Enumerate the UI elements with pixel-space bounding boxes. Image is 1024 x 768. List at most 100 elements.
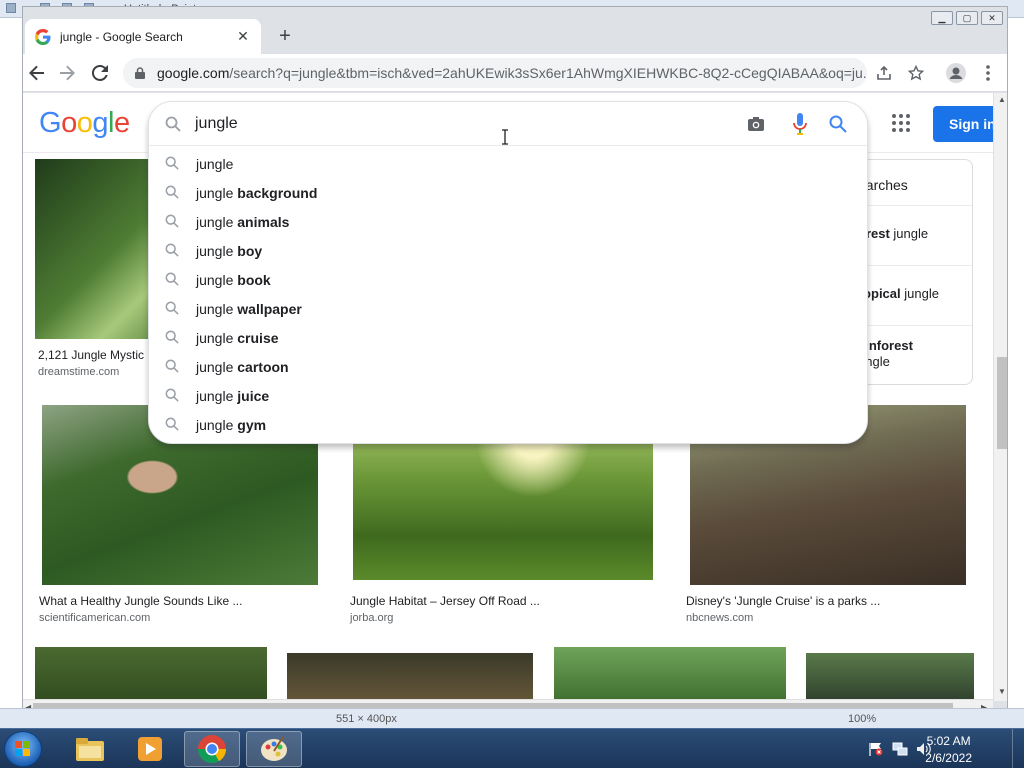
new-tab-button[interactable]: +: [273, 25, 297, 49]
clock-time: 5:02 AM: [926, 734, 971, 748]
google-apps-icon[interactable]: [891, 113, 911, 133]
suggestion-search-icon: [165, 272, 179, 286]
address-bar[interactable]: google.com/search?q=jungle&tbm=isch&ved=…: [123, 58, 867, 88]
result-image[interactable]: [35, 647, 267, 699]
suggestion-item[interactable]: jungle boy: [149, 236, 867, 265]
bookmark-button[interactable]: [905, 62, 927, 84]
suggestion-text: jungle gym: [196, 417, 266, 433]
result-source[interactable]: scientificamerican.com: [39, 612, 150, 624]
camera-search-icon[interactable]: [747, 115, 765, 133]
clock[interactable]: 5:02 AM 2/6/2022: [925, 733, 972, 767]
kebab-menu-icon: [986, 65, 990, 81]
reload-button[interactable]: [88, 61, 112, 85]
result-caption[interactable]: Jungle Habitat – Jersey Off Road ...: [350, 594, 650, 608]
suggestion-completion: cruise: [237, 330, 279, 346]
arrow-right-icon: [60, 65, 75, 81]
suggestion-item[interactable]: jungle book: [149, 265, 867, 294]
network-icon[interactable]: [892, 742, 908, 756]
browser-toolbar: google.com/search?q=jungle&tbm=isch&ved=…: [23, 54, 1007, 92]
chrome-logo-icon: [198, 735, 226, 763]
suggestion-prefix: jungle: [196, 272, 238, 288]
result-image[interactable]: [806, 653, 974, 699]
paint-palette-icon: [261, 736, 287, 761]
result-image[interactable]: [287, 653, 533, 699]
suggestion-prefix: jungle: [196, 359, 238, 375]
profile-avatar-icon: [946, 63, 966, 83]
scroll-down-arrow-icon[interactable]: ▼: [998, 687, 1006, 696]
result-image[interactable]: [554, 647, 786, 699]
result-source[interactable]: dreamstime.com: [38, 366, 119, 378]
related-item-rest: jungle: [900, 286, 939, 301]
lock-icon: [135, 67, 145, 79]
tab-close-icon[interactable]: ✕: [235, 28, 251, 45]
suggestion-item[interactable]: jungle: [149, 149, 867, 178]
suggestion-search-icon: [165, 156, 179, 170]
windows-logo-icon: [15, 741, 30, 756]
share-button[interactable]: [873, 62, 895, 84]
suggestion-text: jungle: [196, 156, 233, 172]
logo-letter: o: [61, 107, 77, 139]
suggestion-item[interactable]: jungle cartoon: [149, 352, 867, 381]
forward-button[interactable]: [55, 61, 79, 85]
windows-taskbar: 5:02 AM 2/6/2022: [0, 728, 1024, 768]
suggestion-text: jungle boy: [196, 243, 262, 259]
taskbar-explorer[interactable]: [62, 731, 118, 767]
suggestion-search-icon: [165, 301, 179, 315]
suggestion-item[interactable]: jungle cruise: [149, 323, 867, 352]
close-window-button[interactable]: ✕: [981, 11, 1003, 25]
clock-date: 2/6/2022: [925, 751, 972, 765]
tab-google-search[interactable]: jungle - Google Search ✕: [25, 19, 261, 54]
suggestion-search-icon: [165, 185, 179, 199]
suggestion-prefix: jungle: [196, 156, 234, 172]
minimize-button[interactable]: ▁: [931, 11, 953, 25]
taskbar-chrome[interactable]: [184, 731, 240, 767]
chrome-window: jungle - Google Search ✕ + ▁ ▢ ✕ google.…: [22, 6, 1008, 718]
result-caption[interactable]: What a Healthy Jungle Sounds Like ...: [39, 594, 329, 608]
share-icon: [877, 65, 891, 80]
microphone-icon[interactable]: [793, 113, 807, 135]
suggestion-prefix: jungle: [196, 301, 238, 317]
paint-status-bar: 551 × 400px 100%: [0, 708, 1024, 728]
search-input[interactable]: jungle: [195, 115, 695, 133]
vertical-scrollbar[interactable]: ▲ ▼: [993, 93, 1007, 701]
suggestion-text: jungle cartoon: [196, 359, 289, 375]
media-player-icon: [138, 737, 162, 761]
paint-canvas-size: 551 × 400px: [336, 713, 397, 725]
taskbar-media-player[interactable]: [122, 731, 178, 767]
back-button[interactable]: [25, 61, 49, 85]
suggestion-prefix: jungle: [196, 214, 238, 230]
suggestion-item[interactable]: jungle animals: [149, 207, 867, 236]
suggestion-item[interactable]: jungle background: [149, 178, 867, 207]
maximize-button[interactable]: ▢: [956, 11, 978, 25]
window-controls: ▁ ▢ ✕: [931, 11, 1003, 25]
suggestion-item[interactable]: jungle juice: [149, 381, 867, 410]
action-center-flag-icon[interactable]: [868, 742, 884, 756]
suggestion-search-icon: [165, 417, 179, 431]
sign-in-button[interactable]: Sign in: [933, 106, 993, 142]
suggestion-completion: book: [237, 272, 271, 288]
result-caption[interactable]: Disney's 'Jungle Cruise' is a parks ...: [686, 594, 976, 608]
show-desktop-button[interactable]: [1012, 729, 1024, 768]
url-host: google.com: [157, 65, 230, 81]
taskbar-paint[interactable]: [246, 731, 302, 767]
suggestion-prefix: jungle: [196, 330, 238, 346]
tab-strip: jungle - Google Search ✕ + ▁ ▢ ✕: [23, 7, 1007, 54]
chrome-menu-button[interactable]: [977, 62, 999, 84]
search-submit-icon[interactable]: [829, 115, 847, 133]
start-button[interactable]: [4, 731, 42, 767]
suggestion-text: jungle animals: [196, 214, 289, 230]
scroll-up-arrow-icon[interactable]: ▲: [998, 95, 1006, 104]
paint-quickaccess-icon[interactable]: [6, 3, 16, 13]
vertical-scroll-thumb[interactable]: [997, 357, 1007, 449]
result-source[interactable]: jorba.org: [350, 612, 393, 624]
result-source[interactable]: nbcnews.com: [686, 612, 753, 624]
suggestion-text: jungle background: [196, 185, 317, 201]
text-cursor-icon: [502, 129, 508, 145]
suggestion-item[interactable]: jungle wallpaper: [149, 294, 867, 323]
suggestion-search-icon: [165, 388, 179, 402]
suggestion-prefix: jungle: [196, 417, 238, 433]
google-logo[interactable]: Google: [39, 107, 130, 140]
suggestion-item[interactable]: jungle gym: [149, 410, 867, 439]
system-tray: 5:02 AM 2/6/2022: [854, 729, 1024, 768]
profile-button[interactable]: [945, 62, 967, 84]
